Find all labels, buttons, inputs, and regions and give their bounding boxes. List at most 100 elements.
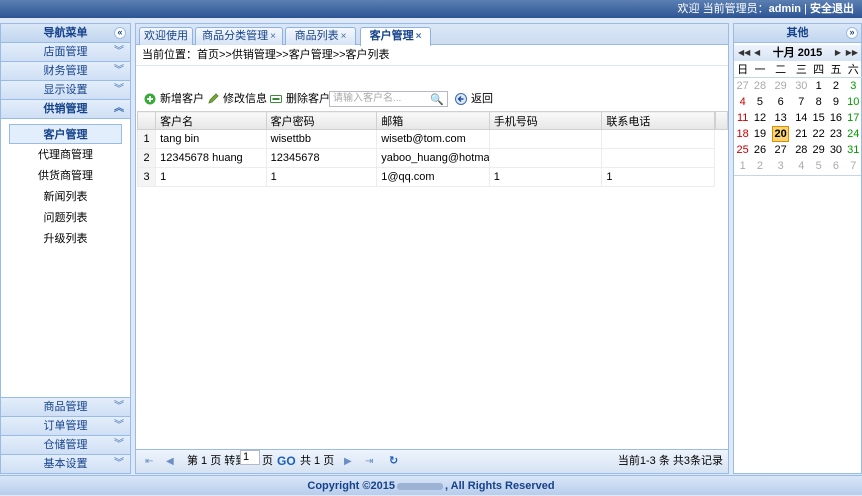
calendar-day[interactable]: 6: [827, 158, 844, 174]
calendar-day[interactable]: 29: [810, 142, 827, 158]
table-row[interactable]: 1 tang bin wisettbb wisetb@tom.com: [136, 129, 715, 149]
calendar-month-label[interactable]: 十月 2015: [773, 47, 823, 59]
calendar-day[interactable]: 26: [751, 142, 768, 158]
submenu-item[interactable]: 供货商管理: [9, 166, 122, 186]
next-month-icon[interactable]: ▶: [835, 45, 841, 61]
tab-customer[interactable]: 客户管理 ×: [360, 27, 431, 46]
table-cell: [601, 129, 715, 149]
tab-close-icon[interactable]: ×: [416, 31, 422, 42]
calendar-day-number: 10: [847, 95, 860, 108]
calendar-day[interactable]: 11: [734, 110, 751, 126]
tab-category[interactable]: 商品分类管理 ×: [195, 27, 283, 45]
column-header[interactable]: 客户密码: [265, 111, 378, 130]
nav-menu-bottom-3[interactable]: 仓储管理 ︾: [1, 435, 130, 454]
submenu-item[interactable]: 问题列表: [9, 208, 122, 228]
calendar-day[interactable]: 1: [810, 78, 827, 94]
calendar-week: 123 4567: [734, 158, 862, 174]
calendar-day[interactable]: 1: [734, 158, 751, 174]
calendar-day[interactable]: 22: [810, 126, 827, 142]
submenu-item[interactable]: 客户管理: [9, 124, 122, 144]
calendar-day[interactable]: 16: [827, 110, 844, 126]
edit-customer-button[interactable]: 修改信息: [207, 90, 267, 108]
nav-menu-4[interactable]: 供销管理 ︽: [1, 100, 130, 119]
collapse-left-icon[interactable]: «: [114, 27, 126, 39]
table-row[interactable]: 2 12345678 huang 12345678 yaboo_huang@hotma…: [136, 148, 715, 168]
calendar-day[interactable]: 2: [827, 78, 844, 94]
prev-year-icon[interactable]: ◀◀: [738, 45, 750, 61]
calendar-day[interactable]: 21: [793, 126, 810, 142]
submenu-item[interactable]: 新闻列表: [9, 187, 122, 207]
calendar-day[interactable]: 30: [827, 142, 844, 158]
calendar-day[interactable]: 27: [734, 78, 751, 94]
nav-menu-1[interactable]: 店面管理 ︾: [1, 43, 130, 62]
calendar-day[interactable]: 25: [734, 142, 751, 158]
calendar-nav: ◀◀ ◀ 十月 2015 ▶ ▶▶: [734, 45, 861, 61]
customer-search-input[interactable]: 请输入客户名... 🔍: [329, 91, 448, 107]
tab-close-icon[interactable]: ×: [341, 31, 347, 42]
calendar-day[interactable]: 27: [769, 142, 793, 158]
calendar-day[interactable]: 13: [769, 110, 793, 126]
prev-page-icon[interactable]: ◀: [166, 450, 174, 473]
nav-menu-2[interactable]: 财务管理 ︾: [1, 62, 130, 81]
table-row[interactable]: 3 1 1 1@qq.com 1 1: [136, 167, 715, 187]
calendar-day[interactable]: 15: [810, 110, 827, 126]
calendar-day[interactable]: 23: [827, 126, 844, 142]
calendar-day[interactable]: 10: [845, 94, 862, 110]
next-page-icon[interactable]: ▶: [344, 450, 352, 473]
calendar-day[interactable]: 5: [751, 94, 768, 110]
column-header[interactable]: 联系电话: [601, 111, 715, 130]
calendar-day[interactable]: 2: [751, 158, 768, 174]
column-header[interactable]: 手机号码: [488, 111, 603, 130]
calendar-day[interactable]: 5: [810, 158, 827, 174]
calendar-day[interactable]: 31: [845, 142, 862, 158]
refresh-icon[interactable]: ↻: [389, 450, 398, 473]
prev-month-icon[interactable]: ◀: [754, 45, 760, 61]
nav-menu-bottom-2[interactable]: 订单管理 ︾: [1, 416, 130, 435]
calendar-day[interactable]: 17: [845, 110, 862, 126]
calendar-today[interactable]: 20: [769, 125, 793, 142]
tab-close-icon[interactable]: ×: [270, 31, 276, 42]
submenu-item[interactable]: 代理商管理: [9, 145, 122, 165]
chevron-icon: ︾: [114, 65, 124, 76]
calendar-day[interactable]: 14: [793, 110, 810, 126]
add-customer-button[interactable]: 新增客户: [144, 90, 204, 108]
calendar-day[interactable]: 28: [751, 78, 768, 94]
expand-right-icon[interactable]: »: [846, 27, 858, 39]
back-button[interactable]: 返回: [455, 90, 493, 108]
calendar-day[interactable]: 29: [769, 78, 793, 94]
calendar-day[interactable]: 28: [793, 142, 810, 158]
nav-menu-bottom-1[interactable]: 商品管理 ︾: [1, 397, 130, 416]
tab-welcome[interactable]: 欢迎使用: [139, 27, 193, 45]
column-header[interactable]: 邮箱: [376, 111, 490, 130]
submenu-item[interactable]: 升级列表: [9, 229, 122, 249]
calendar-day[interactable]: 8: [810, 94, 827, 110]
calendar-day[interactable]: 3: [769, 158, 793, 174]
calendar-day[interactable]: 12: [751, 110, 768, 126]
nav-menu-bottom-4[interactable]: 基本设置 ︾: [1, 454, 130, 473]
calendar-day[interactable]: 24: [845, 126, 862, 142]
calendar-day[interactable]: 7: [845, 158, 862, 174]
calendar-day[interactable]: 4: [793, 158, 810, 174]
calendar-day[interactable]: 19: [751, 126, 768, 142]
calendar-day[interactable]: 30: [793, 78, 810, 94]
nav-menu-3[interactable]: 显示设置 ︾: [1, 81, 130, 100]
next-year-icon[interactable]: ▶▶: [846, 45, 858, 61]
tab-product-list[interactable]: 商品列表 ×: [285, 27, 356, 45]
calendar-day[interactable]: 4: [734, 94, 751, 110]
calendar-day[interactable]: 18: [734, 126, 751, 142]
column-header[interactable]: 客户名: [155, 111, 267, 130]
delete-customer-button[interactable]: 删除客户: [270, 90, 330, 108]
calendar-day[interactable]: 6: [769, 94, 793, 110]
calendar-day[interactable]: 7: [793, 94, 810, 110]
magnifier-icon[interactable]: 🔍: [430, 93, 444, 107]
calendar-day[interactable]: 3: [845, 78, 862, 94]
nav-menu-label: 订单管理: [43, 420, 88, 432]
go-button[interactable]: GO: [277, 450, 296, 473]
calendar-day[interactable]: 9: [827, 94, 844, 110]
logout-link[interactable]: 安全退出: [810, 3, 854, 15]
side-panel-header: 其他 »: [734, 24, 861, 43]
rights-text: , All Rights Reserved: [444, 480, 555, 492]
chevron-icon: ︾: [114, 420, 124, 431]
first-page-icon[interactable]: ⇤: [145, 450, 153, 473]
last-page-icon[interactable]: ⇥: [365, 450, 373, 473]
